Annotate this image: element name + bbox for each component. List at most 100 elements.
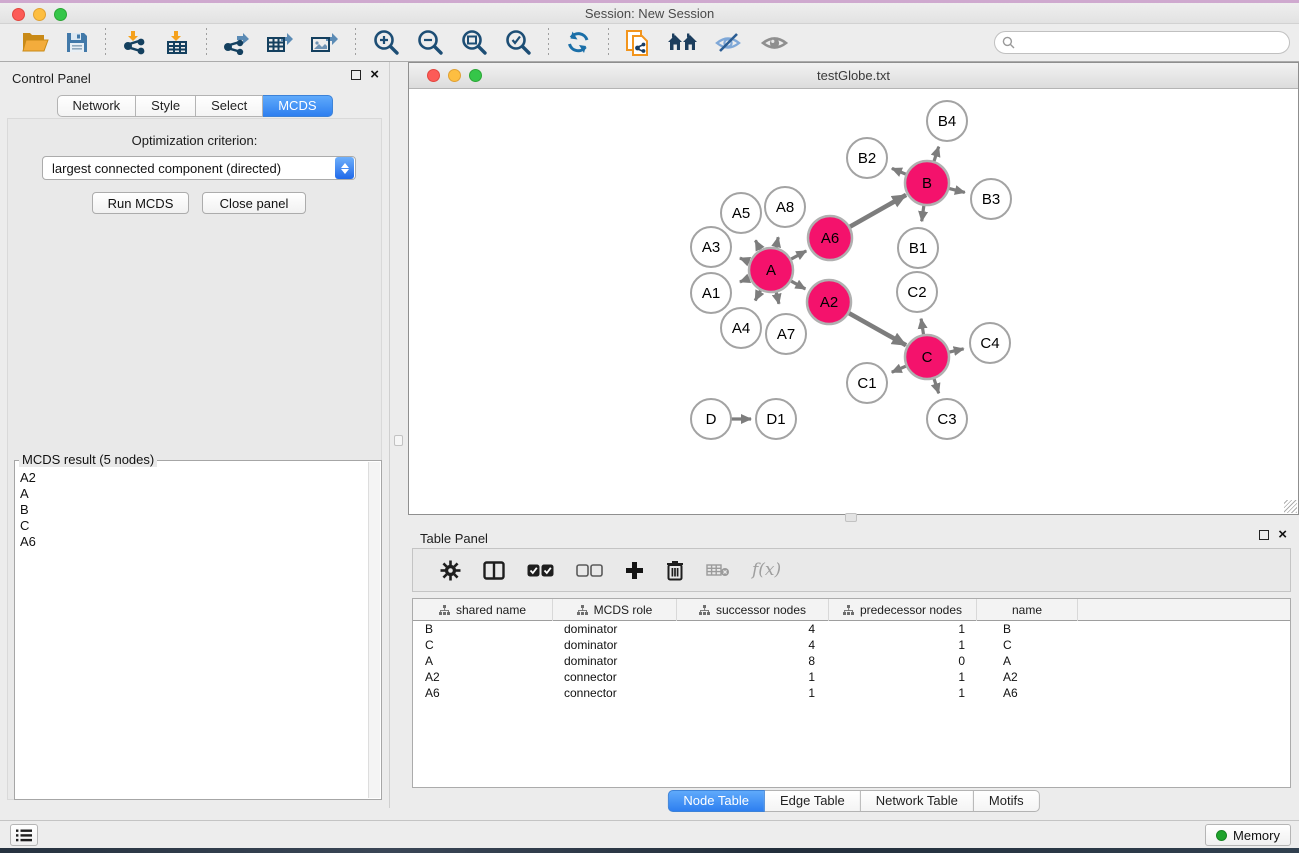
search-input[interactable]: [1015, 34, 1289, 52]
show-column-button[interactable]: [472, 550, 516, 590]
tab-select[interactable]: Select: [196, 95, 263, 117]
table-row[interactable]: A6connector11A6: [413, 685, 1290, 701]
add-column-button[interactable]: [614, 550, 655, 590]
graph-node-A8[interactable]: A8: [765, 187, 805, 227]
graph-node-A4[interactable]: A4: [721, 308, 761, 348]
graph-node-A2[interactable]: A2: [807, 280, 851, 324]
table-cell[interactable]: B: [977, 621, 1078, 637]
table-cell[interactable]: dominator: [553, 637, 677, 653]
table-cell[interactable]: A6: [977, 685, 1078, 701]
float-panel-icon[interactable]: [351, 70, 361, 80]
close-panel-icon[interactable]: ×: [1278, 530, 1287, 540]
graph-node-B2[interactable]: B2: [847, 138, 887, 178]
table-cell[interactable]: C: [977, 637, 1078, 653]
hide-selected-button[interactable]: [706, 26, 752, 60]
table-cell[interactable]: A2: [977, 669, 1078, 685]
graph-node-A5[interactable]: A5: [721, 193, 761, 233]
export-image-button[interactable]: [302, 26, 347, 60]
graph-node-C2[interactable]: C2: [897, 272, 937, 312]
table-cell[interactable]: 8: [677, 653, 829, 669]
search-field[interactable]: [994, 31, 1290, 54]
refresh-layout-button[interactable]: [557, 26, 600, 60]
memory-button[interactable]: Memory: [1205, 824, 1291, 846]
zoom-selected-button[interactable]: [496, 26, 540, 60]
network-canvas[interactable]: B4B2BB3A5A8A6A3AB1A1C2A2A4A7CC4C1C3DD1: [409, 89, 1298, 514]
edge-A2-C[interactable]: [846, 311, 907, 345]
close-panel-icon[interactable]: ×: [370, 70, 379, 80]
save-session-button[interactable]: [57, 26, 97, 60]
column-header-MCDS-role[interactable]: MCDS role: [553, 599, 677, 621]
tab-network-table[interactable]: Network Table: [861, 790, 974, 812]
table-cell[interactable]: C: [413, 637, 553, 653]
graph-node-A6[interactable]: A6: [808, 216, 852, 260]
zoom-out-button[interactable]: [408, 26, 452, 60]
result-item[interactable]: B: [20, 502, 368, 518]
first-neighbors-button[interactable]: [659, 26, 706, 60]
column-header-successor-nodes[interactable]: successor nodes: [677, 599, 829, 621]
table-cell[interactable]: A2: [413, 669, 553, 685]
network-graph[interactable]: B4B2BB3A5A8A6A3AB1A1C2A2A4A7CC4C1C3DD1: [409, 89, 1298, 514]
zoom-in-button[interactable]: [364, 26, 408, 60]
result-item[interactable]: C: [20, 518, 368, 534]
delete-table-button[interactable]: [695, 550, 741, 590]
table-cell[interactable]: 1: [829, 669, 977, 685]
table-row[interactable]: Adominator80A: [413, 653, 1290, 669]
window-titlebar[interactable]: Session: New Session: [0, 3, 1299, 24]
task-history-button[interactable]: [10, 824, 38, 846]
tab-edge-table[interactable]: Edge Table: [765, 790, 861, 812]
table-cell[interactable]: A: [413, 653, 553, 669]
vertical-splitter[interactable]: [391, 62, 408, 808]
edge-A6-B[interactable]: [847, 195, 907, 229]
run-mcds-button[interactable]: Run MCDS: [92, 192, 189, 214]
table-cell[interactable]: A: [977, 653, 1078, 669]
result-item[interactable]: A: [20, 486, 368, 502]
column-header-name[interactable]: name: [977, 599, 1078, 621]
graph-node-A3[interactable]: A3: [691, 227, 731, 267]
tab-style[interactable]: Style: [136, 95, 196, 117]
graph-node-A7[interactable]: A7: [766, 314, 806, 354]
window-resize-grip[interactable]: [1284, 500, 1297, 513]
graph-node-A1[interactable]: A1: [691, 273, 731, 313]
table-row[interactable]: A2connector11A2: [413, 669, 1290, 685]
table-cell[interactable]: A6: [413, 685, 553, 701]
table-cell[interactable]: dominator: [553, 653, 677, 669]
table-cell[interactable]: B: [413, 621, 553, 637]
table-cell[interactable]: dominator: [553, 621, 677, 637]
close-panel-button[interactable]: Close panel: [202, 192, 306, 214]
table-row[interactable]: Bdominator41B: [413, 621, 1290, 637]
graph-node-D1[interactable]: D1: [756, 399, 796, 439]
tab-network[interactable]: Network: [56, 95, 136, 117]
table-row[interactable]: Cdominator41C: [413, 637, 1290, 653]
deselect-all-button[interactable]: [565, 550, 614, 590]
tab-motifs[interactable]: Motifs: [974, 790, 1040, 812]
tab-mcds[interactable]: MCDS: [263, 95, 332, 117]
splitter-grip[interactable]: [845, 513, 857, 522]
result-list-scrollbar[interactable]: [368, 462, 380, 798]
table-cell[interactable]: 1: [677, 669, 829, 685]
table-cell[interactable]: connector: [553, 685, 677, 701]
create-network-from-file-button[interactable]: [617, 26, 659, 60]
graph-node-B3[interactable]: B3: [971, 179, 1011, 219]
table-cell[interactable]: 4: [677, 621, 829, 637]
node-table[interactable]: shared nameMCDS rolesuccessor nodesprede…: [412, 598, 1291, 788]
horizontal-splitter[interactable]: [408, 515, 1299, 522]
table-cell[interactable]: 1: [677, 685, 829, 701]
graph-node-D[interactable]: D: [691, 399, 731, 439]
delete-column-button[interactable]: [655, 550, 695, 590]
table-cell[interactable]: connector: [553, 669, 677, 685]
tab-node-table[interactable]: Node Table: [667, 790, 765, 812]
import-network-button[interactable]: [114, 26, 156, 60]
splitter-grip[interactable]: [394, 435, 403, 446]
graph-node-C4[interactable]: C4: [970, 323, 1010, 363]
select-all-button[interactable]: [516, 550, 565, 590]
optimization-criterion-dropdown[interactable]: largest connected component (directed): [42, 156, 356, 180]
zoom-fit-button[interactable]: [452, 26, 496, 60]
graph-node-B[interactable]: B: [905, 161, 949, 205]
export-network-button[interactable]: [215, 26, 258, 60]
table-cell[interactable]: 1: [829, 621, 977, 637]
graph-node-B1[interactable]: B1: [898, 228, 938, 268]
network-window-titlebar[interactable]: testGlobe.txt: [409, 63, 1298, 89]
table-cell[interactable]: 1: [829, 637, 977, 653]
open-session-button[interactable]: [14, 26, 57, 60]
import-table-button[interactable]: [156, 26, 198, 60]
